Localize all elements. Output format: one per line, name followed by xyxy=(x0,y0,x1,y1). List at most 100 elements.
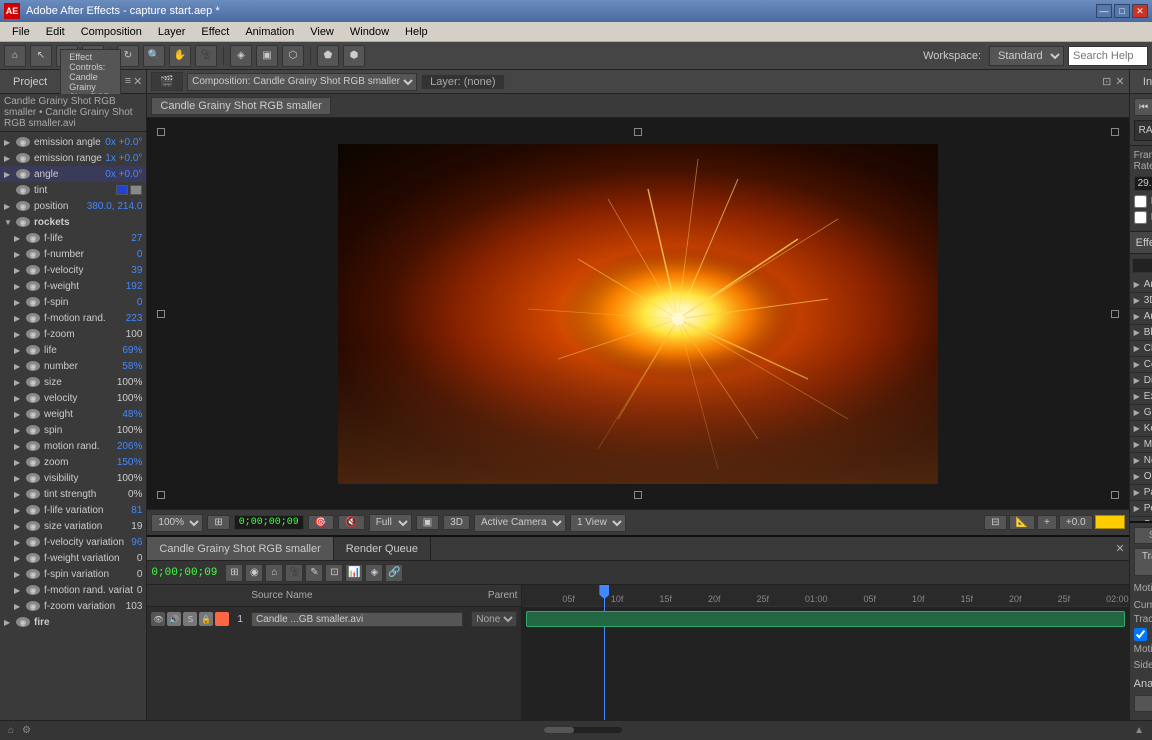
tool-extra4[interactable]: ⬟ xyxy=(317,45,339,67)
ep-search-input[interactable] xyxy=(1132,258,1152,273)
effect-value[interactable]: 48% xyxy=(122,409,142,420)
menu-help[interactable]: Help xyxy=(397,22,436,41)
list-item[interactable]: ▶ ◉ f-motion rand. 223 xyxy=(10,310,146,326)
effect-value[interactable]: 0 xyxy=(137,297,143,308)
table-row[interactable]: 👁 🔊 S 🔒 1 Candle ...GB smaller.avi xyxy=(147,609,521,629)
minimize-button[interactable]: — xyxy=(1096,4,1112,18)
ep-group-header[interactable]: ▶ Blur & Sharpen xyxy=(1130,325,1152,341)
home-icon[interactable]: ⌂ xyxy=(8,725,14,736)
effect-value[interactable]: 19 xyxy=(131,521,142,532)
list-item[interactable]: ▶ ◉ spin 100% xyxy=(10,422,146,438)
tl-close-icon[interactable]: ✕ xyxy=(1115,543,1124,555)
effects-list[interactable]: ▶ ◉ emission angle 0x +0.0° ▶ ◉ emission… xyxy=(0,132,146,720)
scroll-bar[interactable] xyxy=(543,726,623,734)
ep-group-header[interactable]: ▶ Color Correction xyxy=(1130,357,1152,373)
parent-dropdown[interactable]: None xyxy=(471,611,517,627)
guides-btn[interactable]: + xyxy=(1037,515,1057,530)
lock-icon[interactable]: 🔒 xyxy=(199,612,213,626)
list-item[interactable]: ▶ ◉ f-zoom variation 103 xyxy=(10,598,146,614)
layer-label-display[interactable]: Candle ...GB smaller.avi xyxy=(251,612,463,627)
tool-extra5[interactable]: ⬢ xyxy=(343,45,365,67)
ep-group-header[interactable]: ▶ Generate xyxy=(1130,405,1152,421)
settings-icon[interactable]: ⚙ xyxy=(22,725,31,736)
track-motion-btn[interactable]: Track Motion xyxy=(1134,548,1152,576)
list-item[interactable]: ▶ ◉ size variation 19 xyxy=(10,518,146,534)
effect-value[interactable]: 0 xyxy=(137,585,143,596)
tl-tab-render[interactable]: Render Queue xyxy=(334,537,431,560)
list-item[interactable]: ▶ ◉ visibility 100% xyxy=(10,470,146,486)
menu-file[interactable]: File xyxy=(4,22,38,41)
tint-swatch1[interactable] xyxy=(116,185,128,195)
tl-btn-7[interactable]: 📊 xyxy=(345,564,363,582)
tl-btn-1[interactable]: ⊞ xyxy=(225,564,243,582)
tool-cam[interactable]: 🎥 xyxy=(195,45,217,67)
list-item[interactable]: ▶ ◉ position 380.0, 214.0 xyxy=(0,198,146,214)
list-item[interactable]: ▶ ◉ f-motion rand. variat 0 xyxy=(10,582,146,598)
ep-group-header[interactable]: ▶ Perspective xyxy=(1130,501,1152,517)
list-item[interactable]: ▶ ◉ motion rand. 206% xyxy=(10,438,146,454)
menu-view[interactable]: View xyxy=(302,22,342,41)
menu-window[interactable]: Window xyxy=(342,22,397,41)
list-item[interactable]: ▶ ◉ number 58% xyxy=(10,358,146,374)
menu-layer[interactable]: Layer xyxy=(150,22,194,41)
effect-value[interactable]: 100 xyxy=(126,329,143,340)
tool-extra1[interactable]: ◈ xyxy=(230,45,252,67)
panel-close-comp-icon[interactable]: ✕ xyxy=(1115,75,1124,88)
tl-btn-6[interactable]: ⊡ xyxy=(325,564,343,582)
tl-btn-4[interactable]: 🎥 xyxy=(285,564,303,582)
effect-value[interactable]: 380.0, 214.0 xyxy=(87,201,143,212)
list-item[interactable]: ▶ ◉ f-velocity 39 xyxy=(10,262,146,278)
view-count-dropdown[interactable]: 1 View xyxy=(570,514,626,532)
list-item[interactable]: ▶ ◉ weight 48% xyxy=(10,406,146,422)
timecode-display[interactable]: 0;00;00;09 xyxy=(234,515,304,530)
list-item[interactable]: ▶ ◉ emission range 1x +0.0° xyxy=(0,150,146,166)
menu-effect[interactable]: Effect xyxy=(193,22,237,41)
list-item[interactable]: ▶ ◉ f-spin 0 xyxy=(10,294,146,310)
effect-value[interactable]: 100% xyxy=(117,377,143,388)
list-item[interactable]: ▶ ◉ f-zoom 100 xyxy=(10,326,146,342)
list-item[interactable]: ▶ ◉ emission angle 0x +0.0° xyxy=(0,134,146,150)
list-item[interactable]: ◉ tint xyxy=(0,182,146,198)
rp-tab-info[interactable]: Info xyxy=(1130,74,1152,90)
tool-hand[interactable]: ✋ xyxy=(169,45,191,67)
effect-value[interactable]: 96 xyxy=(131,537,142,548)
effect-value[interactable]: 0% xyxy=(128,489,142,500)
effect-value[interactable]: 27 xyxy=(131,233,142,244)
panel-menu-icon[interactable]: ≡ xyxy=(125,75,131,88)
ep-group-header[interactable]: ▶ Channel xyxy=(1130,341,1152,357)
list-item[interactable]: ▶ ◉ f-life 27 xyxy=(10,230,146,246)
snap-btn[interactable]: 🎯 xyxy=(308,515,334,530)
tool-select[interactable]: ↖ xyxy=(30,45,52,67)
tool-zoom[interactable]: 🔍 xyxy=(143,45,165,67)
list-item[interactable]: ▼ ◉ rockets xyxy=(0,214,146,230)
effect-value[interactable]: 0 xyxy=(137,569,143,580)
list-item[interactable]: ▶ ◉ size 100% xyxy=(10,374,146,390)
menu-composition[interactable]: Composition xyxy=(73,22,150,41)
rulers-btn[interactable]: 📐 xyxy=(1009,515,1035,530)
comp-selector[interactable]: Composition: Candle Grainy Shot RGB smal… xyxy=(187,73,417,91)
ep-group-header[interactable]: ▶ Distort xyxy=(1130,373,1152,389)
from-current-checkbox[interactable] xyxy=(1134,195,1147,208)
ep-group-header[interactable]: ▶ Obsolete xyxy=(1130,469,1152,485)
list-item[interactable]: ▶ ◉ f-number 0 xyxy=(10,246,146,262)
full-screen-checkbox[interactable] xyxy=(1134,211,1147,224)
maximize-button[interactable]: □ xyxy=(1114,4,1130,18)
list-item[interactable]: ▶ ◉ angle 0x +0.0° xyxy=(0,166,146,182)
audio-icon[interactable]: 🔊 xyxy=(167,612,181,626)
menu-edit[interactable]: Edit xyxy=(38,22,73,41)
list-item[interactable]: ▶ ◉ f-spin variation 0 xyxy=(10,566,146,582)
solo-icon[interactable]: S xyxy=(183,612,197,626)
menu-animation[interactable]: Animation xyxy=(237,22,302,41)
effect-value[interactable]: 192 xyxy=(126,281,143,292)
panel-close-icon[interactable]: ✕ xyxy=(133,75,142,88)
tool-extra3[interactable]: ⬡ xyxy=(282,45,304,67)
effect-value[interactable]: 0 xyxy=(137,249,143,260)
grid-btn[interactable]: ⊞ xyxy=(207,515,229,530)
list-item[interactable]: ▶ ◉ f-velocity variation 96 xyxy=(10,534,146,550)
ep-group-header[interactable]: ▶ Animation Presets xyxy=(1130,277,1152,293)
effect-value[interactable]: 100% xyxy=(117,425,143,436)
close-button[interactable]: ✕ xyxy=(1132,4,1148,18)
ep-group-header[interactable]: ▶ 3D Channel xyxy=(1130,293,1152,309)
ep-group-header[interactable]: ▶ Matte xyxy=(1130,437,1152,453)
effect-value[interactable]: 100% xyxy=(117,473,143,484)
